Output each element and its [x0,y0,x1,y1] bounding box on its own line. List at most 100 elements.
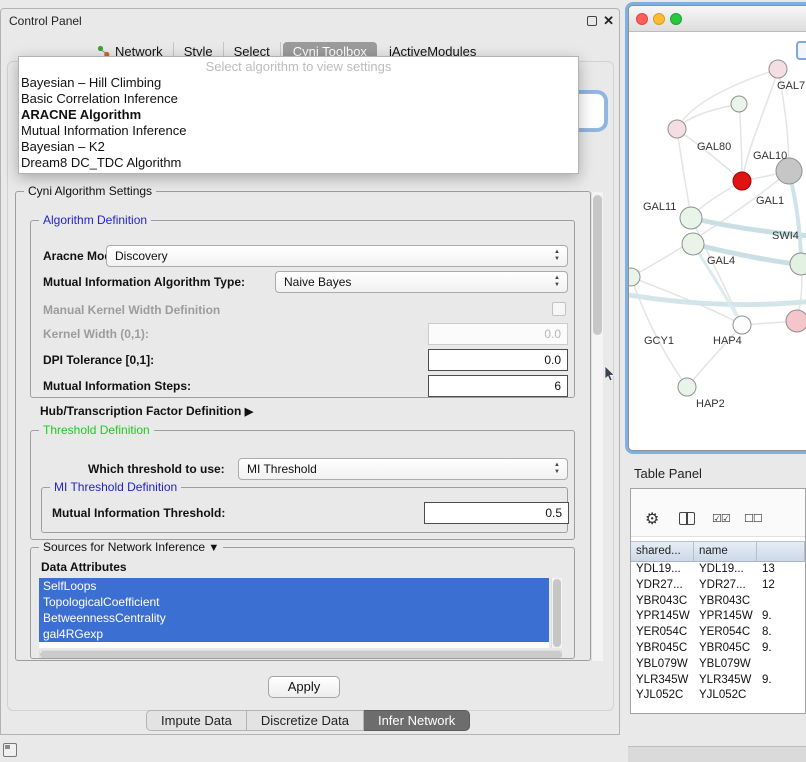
table-row[interactable]: YPR145WYPR145W9. [631,609,805,625]
restore-panel-icon[interactable] [3,743,17,757]
network-edge[interactable] [742,69,778,181]
network-node[interactable] [790,253,806,275]
network-node[interactable] [680,207,702,229]
column-header-name[interactable]: name [694,542,757,561]
dpi-tolerance-value: 0.0 [544,353,561,367]
network-node[interactable] [678,378,696,396]
control-panel-titlebar[interactable]: Control Panel ✕ [1,9,619,33]
node-label: GAL4 [707,255,735,267]
algorithm-option[interactable]: Bayesian – Hill Climbing [19,75,578,91]
column-header-shared-name[interactable]: shared... [631,542,694,561]
network-tool-overlay[interactable] [796,41,806,60]
column-header-partial[interactable] [757,542,805,561]
tab-infer-network-label: Infer Network [378,713,455,728]
select-all-rows-icon[interactable]: ☑☑ [712,512,730,525]
network-view-window: GAL7GAL80GAL10GAL11GAL1SWI4GAL4GCY1HAP4H… [628,5,806,451]
network-node[interactable] [682,233,704,255]
aracne-mode-select[interactable]: Discovery ▲▼ [106,245,568,267]
network-node[interactable] [786,310,806,332]
network-edge[interactable] [677,129,742,181]
mi-threshold-title: MI Threshold Definition [50,480,181,494]
table-cell: YBR043C [694,594,757,610]
sources-title[interactable]: Sources for Network Inference ▼ [39,540,223,554]
network-node[interactable] [731,96,747,112]
network-edge[interactable] [629,295,806,305]
attributes-scrollbar-thumb[interactable] [553,579,561,647]
table-row[interactable]: YLR345WYLR345W9. [631,673,805,689]
table-cell: 9. [757,609,805,625]
table-cell: YJL052C [694,688,757,704]
network-edge[interactable] [677,69,778,129]
table-cell: YER054C [694,625,757,641]
algorithm-option[interactable]: Basic Correlation Inference [19,91,578,107]
hub-definition-expander[interactable]: Hub/Transcription Factor Definition ▶ [40,404,253,418]
cyni-algorithm-settings-group: Cyni Algorithm Settings Algorithm Defini… [15,191,591,661]
network-node[interactable] [733,316,751,334]
mi-steps-field[interactable]: 6 [428,375,568,397]
close-traffic-light[interactable] [636,13,648,25]
algorithm-option[interactable]: Mutual Information Inference [19,123,578,139]
attributes-scrollbar-track[interactable] [551,578,562,648]
tab-infer-network[interactable]: Infer Network [364,710,470,731]
attribute-item[interactable]: SelfLoops [39,578,549,594]
kernel-width-field[interactable]: 0.0 [428,323,568,345]
node-label: GAL80 [697,141,731,153]
table-cell: YBR043C [631,594,694,610]
attribute-item[interactable]: gal4RGexp [39,626,549,642]
attribute-item[interactable]: TopologicalCoefficient [39,594,549,610]
attribute-item[interactable]: BetweennessCentrality [39,610,549,626]
table-cell: 13 [757,562,805,578]
algorithm-definition-title: Algorithm Definition [39,213,151,227]
network-node[interactable] [668,120,686,138]
mi-threshold-field[interactable]: 0.5 [424,502,569,524]
node-label: GAL11 [643,201,676,213]
network-window-titlebar[interactable] [629,6,806,32]
tab-discretize-data[interactable]: Discretize Data [247,710,364,731]
table-row[interactable]: YER054CYER054C8. [631,625,805,641]
network-node[interactable] [733,172,751,190]
table-row[interactable]: YBR043CYBR043C [631,594,805,610]
tab-impute-data[interactable]: Impute Data [146,710,247,731]
table-row[interactable]: YDR27...YDR27...12 [631,578,805,594]
close-icon[interactable]: ✕ [603,13,614,29]
node-label: GAL10 [753,150,787,162]
table-cell: YLR345W [694,673,757,689]
network-edge[interactable] [631,277,687,387]
manual-kernel-label: Manual Kernel Width Definition [43,299,220,321]
mi-steps-value: 6 [554,379,561,393]
attributes-hscrollbar-thumb[interactable] [40,651,562,658]
network-canvas[interactable]: GAL7GAL80GAL10GAL11GAL1SWI4GAL4GCY1HAP4H… [629,32,806,451]
zoom-traffic-light[interactable] [670,13,682,25]
table-panel-window: ⚙ ☑☑ ☐☐ shared... name YDL19...YDL19...1… [630,488,806,714]
gear-icon[interactable]: ⚙ [645,509,659,529]
which-threshold-select[interactable]: MI Threshold ▲▼ [238,458,568,480]
float-window-icon[interactable] [587,16,597,26]
network-edge[interactable] [677,129,691,218]
mi-threshold-value: 0.5 [545,506,562,520]
minimize-traffic-light[interactable] [653,13,665,25]
settings-scrollbar-thumb[interactable] [593,195,602,335]
algorithm-option[interactable]: Dream8 DC_TDC Algorithm [19,155,578,171]
attributes-hscrollbar-track[interactable] [39,650,562,658]
table-row[interactable]: YDL19...YDL19...13 [631,562,805,578]
algorithm-option[interactable]: ARACNE Algorithm [19,107,578,123]
chevron-updown-icon: ▲▼ [554,462,560,476]
apply-button[interactable]: Apply [268,676,340,698]
deselect-all-rows-icon[interactable]: ☐☐ [744,512,762,525]
tab-discretize-data-label: Discretize Data [261,713,349,728]
network-node[interactable] [629,268,640,286]
network-node[interactable] [769,60,787,78]
dpi-tolerance-field[interactable]: 0.0 [428,349,568,371]
algorithm-option[interactable]: Bayesian – K2 [19,139,578,155]
network-edge[interactable] [789,171,801,264]
mi-type-select[interactable]: Naive Bayes ▲▼ [275,271,568,293]
network-edge[interactable] [739,104,742,181]
table-row[interactable]: YBL079WYBL079W [631,657,805,673]
dropdown-prompt: Select algorithm to view settings [19,59,578,75]
column-selector-icon[interactable] [679,512,695,525]
table-row[interactable]: YBR045CYBR045C9. [631,641,805,657]
expander-right-icon: ▶ [245,406,253,418]
manual-kernel-checkbox[interactable] [552,302,566,316]
kernel-width-value: 0.0 [544,327,561,341]
table-row[interactable]: YJL052CYJL052C [631,688,805,704]
